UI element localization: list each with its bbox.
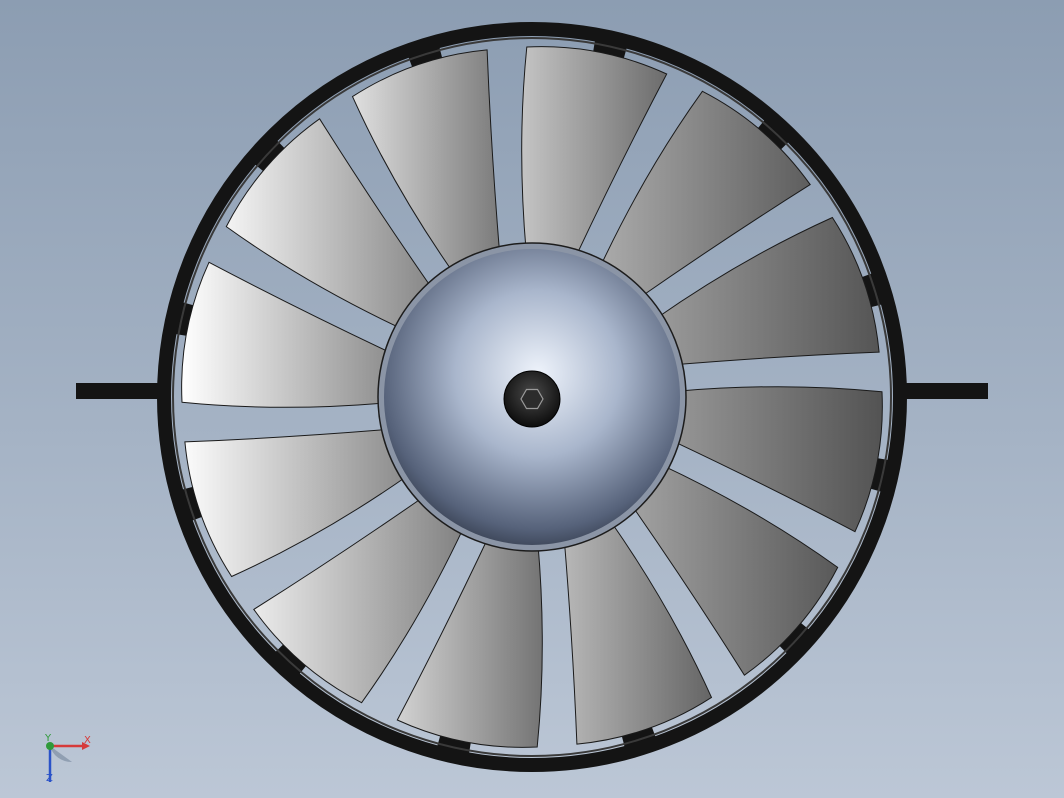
axis-z-label: Z: [46, 773, 53, 784]
mount-bar-right: [896, 383, 988, 399]
graphics-viewport[interactable]: X Y Z: [0, 0, 1064, 798]
axis-y-label: Y: [45, 733, 52, 744]
hex-socket-icon: [503, 370, 561, 428]
axis-x-label: X: [84, 735, 91, 746]
ducted-fan-model[interactable]: [0, 0, 1064, 798]
mount-bar-left: [76, 383, 166, 399]
orientation-triad[interactable]: X Y Z: [38, 732, 98, 788]
